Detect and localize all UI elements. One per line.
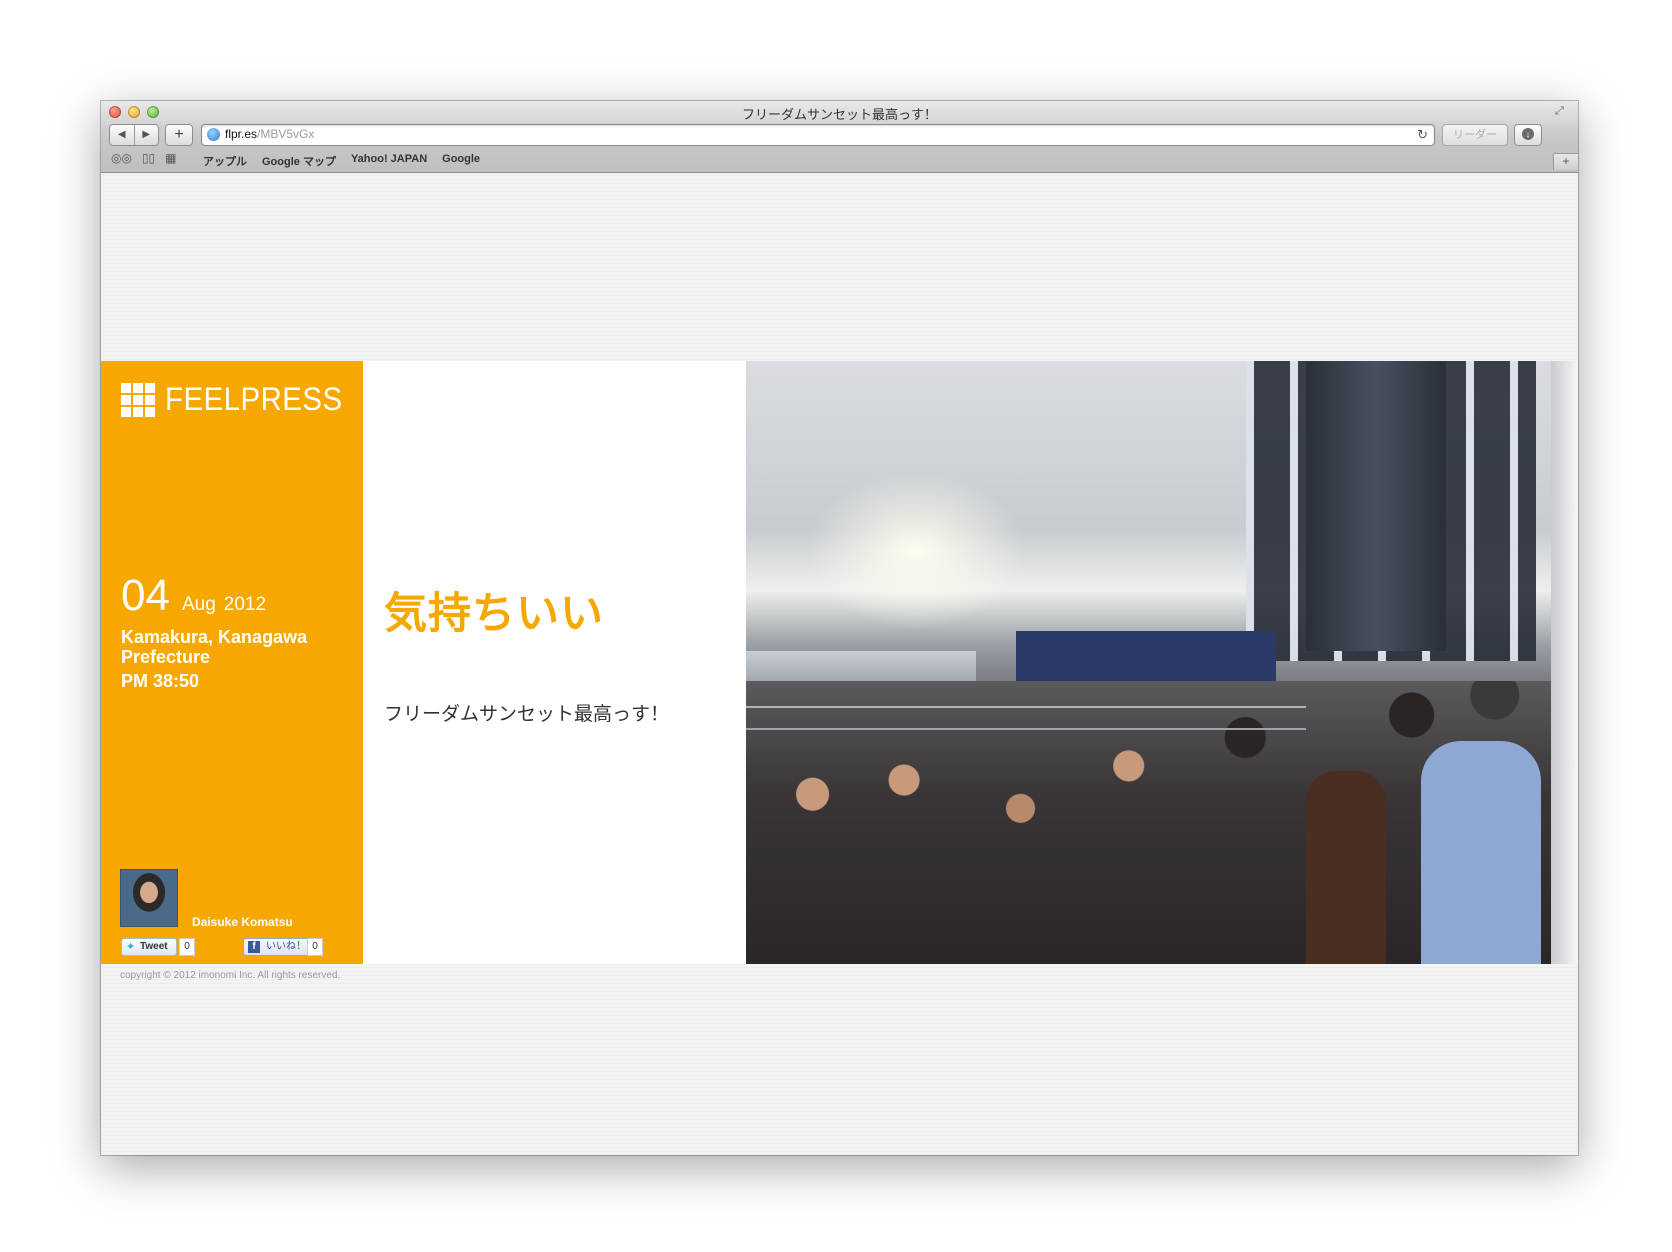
url-domain: flpr.es bbox=[225, 127, 258, 141]
back-arrow-icon[interactable]: ◀ bbox=[110, 125, 134, 145]
bookmark-google[interactable]: Google bbox=[442, 153, 480, 169]
bookmarks-book-icon[interactable]: ▯▯ bbox=[142, 151, 155, 165]
photo-sunlight bbox=[806, 471, 1026, 631]
fullscreen-icon[interactable]: ⤢ bbox=[1555, 105, 1569, 119]
reload-icon[interactable]: ↻ bbox=[1417, 127, 1428, 143]
photo-edge bbox=[1551, 361, 1578, 964]
post-location: Kamakura, Kanagawa Prefecture bbox=[121, 627, 308, 667]
top-sites-grid-icon[interactable]: ▦ bbox=[165, 151, 176, 165]
url-path: /MBV5vGx bbox=[257, 127, 315, 141]
site-globe-icon bbox=[207, 128, 220, 141]
date-year: 2012 bbox=[223, 594, 267, 615]
post-sidebar: FEELPRESS 04 Aug 2012 Kamakura, Kanagawa P… bbox=[101, 361, 363, 964]
feelpress-logo[interactable]: FEELPRESS bbox=[121, 381, 358, 418]
reader-button[interactable]: リーダー bbox=[1442, 124, 1508, 146]
date-month: Aug bbox=[181, 594, 216, 615]
logo-text: FEELPRESS bbox=[165, 381, 343, 417]
twitter-bird-icon: ✦ bbox=[126, 941, 136, 953]
photo-tower-core bbox=[1306, 361, 1446, 651]
download-arrow-icon: ↓ bbox=[1522, 128, 1534, 140]
photo-railing bbox=[746, 706, 1306, 708]
photo-person-brown bbox=[1306, 771, 1386, 964]
bookmark-tools: ◎◎ ▯▯ ▦ bbox=[111, 151, 177, 165]
photo-sea bbox=[746, 651, 976, 681]
downloads-button[interactable]: ↓ bbox=[1514, 124, 1542, 146]
post-date: 04 Aug 2012 bbox=[121, 571, 266, 621]
back-forward-buttons: ◀ ▶ bbox=[109, 124, 159, 146]
bookmark-yahoo-japan[interactable]: Yahoo! JAPAN bbox=[351, 153, 427, 169]
bookmark-apple[interactable]: アップル bbox=[203, 153, 247, 169]
tweet-button[interactable]: ✦ Tweet bbox=[121, 938, 177, 956]
post-photo bbox=[746, 361, 1578, 964]
facebook-like-button[interactable]: f いいね！ bbox=[243, 938, 313, 956]
logo-grid-icon bbox=[121, 382, 155, 417]
reading-list-icon[interactable]: ◎◎ bbox=[111, 151, 132, 165]
bookmarks-bar: ◎◎ ▯▯ ▦ アップル Google マップ Yahoo! JAPAN Goo… bbox=[101, 151, 1578, 170]
address-bar[interactable]: flpr.es/MBV5vGx ↻ bbox=[201, 124, 1435, 146]
url-text: flpr.es/MBV5vGx bbox=[225, 127, 314, 141]
like-count: 0 bbox=[307, 938, 323, 956]
post-time: PM 38:50 bbox=[121, 671, 200, 691]
post-content: 気持ちいい フリーダムサンセット最高っす！ bbox=[363, 361, 746, 964]
web-page: FEELPRESS 04 Aug 2012 Kamakura, Kanagawa P… bbox=[101, 173, 1578, 1155]
browser-toolbar: ◀ ▶ + flpr.es/MBV5vGx ↻ リーダー ↓ bbox=[101, 124, 1578, 148]
tweet-count: 0 bbox=[179, 938, 195, 956]
post-body: フリーダムサンセット最高っす！ bbox=[384, 704, 670, 725]
bookmark-links: アップル Google マップ Yahoo! JAPAN Google bbox=[203, 153, 480, 169]
like-label: いいね！ bbox=[266, 941, 306, 952]
facebook-f-icon: f bbox=[248, 941, 260, 953]
new-tab-button[interactable]: + bbox=[1553, 153, 1578, 170]
copyright-text: copyright © 2012 imonomi Inc. All rights… bbox=[120, 970, 341, 981]
window-title: フリーダムサンセット最高っす！ bbox=[741, 107, 937, 122]
author-avatar[interactable] bbox=[120, 869, 178, 927]
browser-chrome: フリーダムサンセット最高っす！ ⤢ ◀ ▶ + flpr.es/MBV5vGx … bbox=[101, 101, 1578, 173]
photo-person-blue bbox=[1421, 741, 1541, 964]
forward-arrow-icon[interactable]: ▶ bbox=[133, 125, 159, 145]
post-title: 気持ちいい bbox=[384, 590, 604, 638]
add-bookmark-button[interactable]: + bbox=[165, 124, 193, 146]
date-day: 04 bbox=[121, 571, 170, 620]
bookmark-google-maps[interactable]: Google マップ bbox=[262, 153, 336, 169]
browser-window: フリーダムサンセット最高っす！ ⤢ ◀ ▶ + flpr.es/MBV5vGx … bbox=[101, 101, 1578, 1155]
tweet-label: Tweet bbox=[140, 941, 168, 952]
author-name[interactable]: Daisuke Komatsu bbox=[192, 915, 293, 929]
